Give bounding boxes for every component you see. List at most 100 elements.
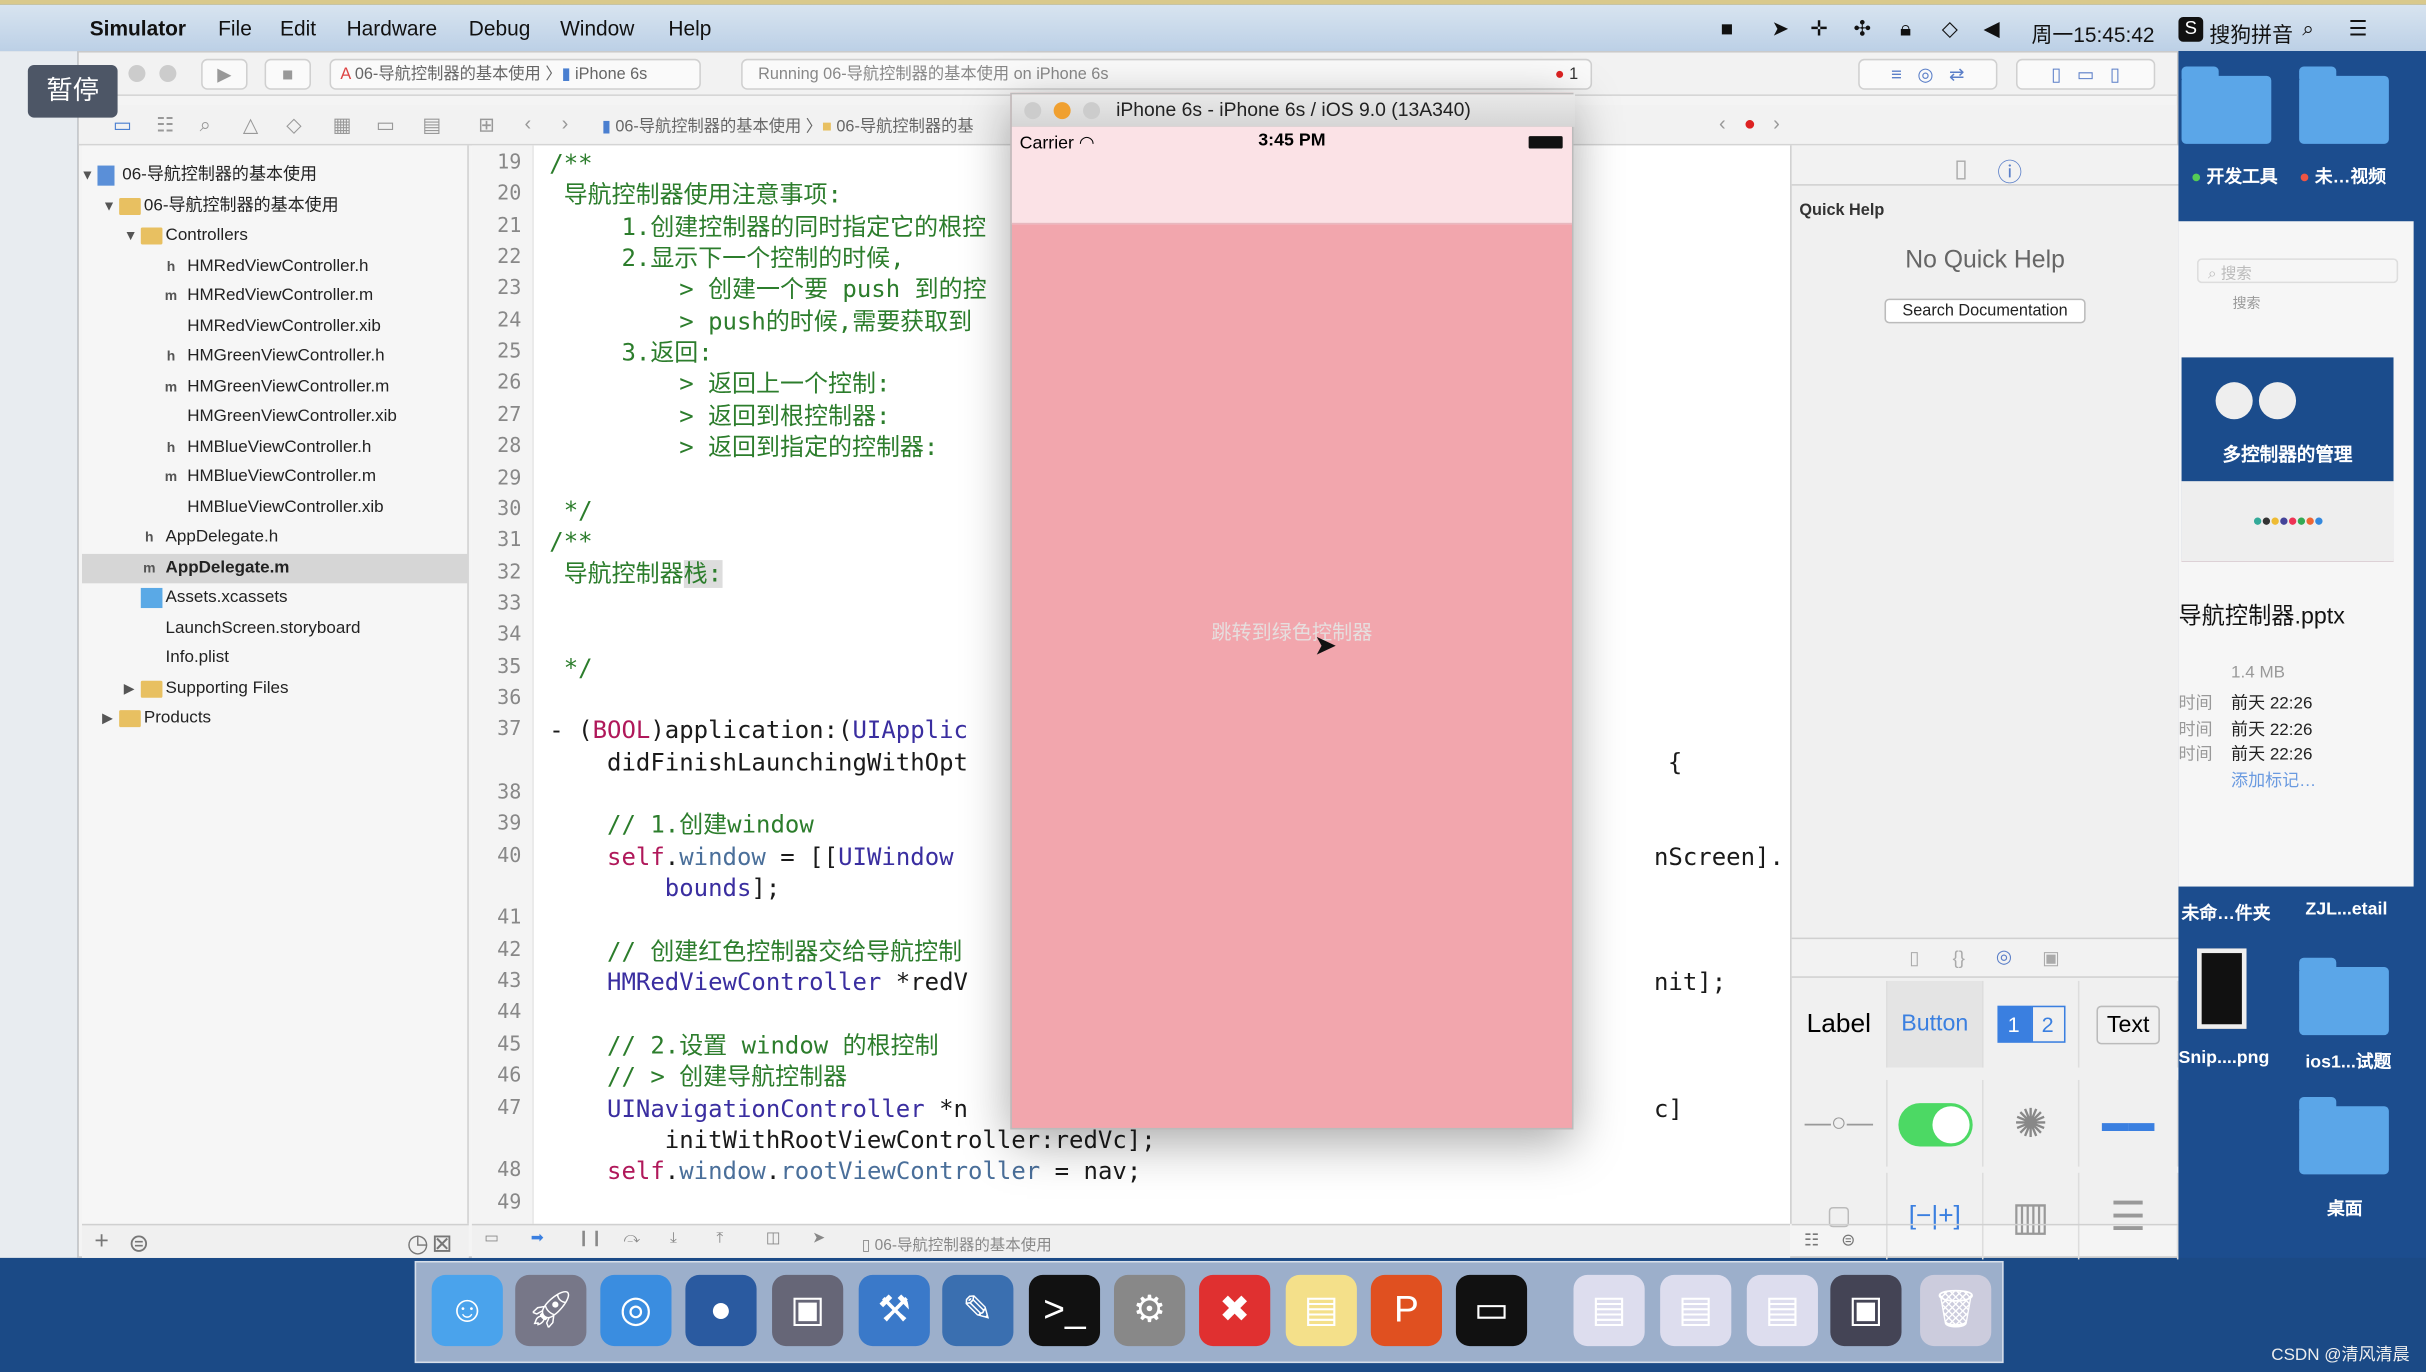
finder-icon[interactable]: ☺ (431, 1274, 503, 1347)
breakpoint-navigator-icon[interactable]: ▭ (376, 113, 395, 138)
grid-view-icon[interactable]: ☷ (1804, 1230, 1819, 1251)
recent-files-icon[interactable]: ◷ (407, 1228, 429, 1259)
library-text-field[interactable]: Text (2079, 980, 2179, 1068)
navigator-item[interactable]: ▼ Controllers (82, 221, 469, 250)
navigator-item[interactable]: ▶ Supporting Files (82, 674, 469, 703)
step-out-icon[interactable]: ⤒ (716, 1230, 723, 1247)
activity-monitor-icon[interactable]: ▭ (1455, 1274, 1528, 1347)
volume-icon[interactable]: ◀ (1984, 17, 2000, 42)
library-slider[interactable]: —○— (1792, 1079, 1888, 1167)
menu-app[interactable]: Simulator (90, 17, 186, 40)
screen-record-icon[interactable]: ■ (1720, 17, 1733, 40)
desktop-label[interactable]: ● 未…视频 (2299, 164, 2386, 189)
safari-icon[interactable]: ◎ (600, 1274, 672, 1347)
spotlight-icon[interactable]: ⌕ (2302, 17, 2314, 42)
minimize-button[interactable] (159, 64, 177, 83)
folder-icon[interactable] (2299, 1096, 2389, 1175)
library-activity-indicator[interactable]: ✺ (1984, 1079, 2080, 1167)
notification-center-icon[interactable]: ☰ (2349, 17, 2368, 42)
filter-icon[interactable]: ⊜ (1841, 1230, 1855, 1251)
quick-help-icon[interactable]: ⓘ (1997, 152, 2022, 189)
simulator-close-button[interactable] (1024, 102, 1042, 120)
error-badge[interactable]: ● 1 (1555, 60, 1578, 88)
menu-window[interactable]: Window (560, 17, 634, 40)
library-label[interactable]: Label (1792, 980, 1888, 1068)
menu-help[interactable]: Help (668, 17, 711, 40)
navigator-item[interactable]: ▼ 06-导航控制器的基本使用 (82, 191, 469, 220)
file-template-icon[interactable]: ▯ (1909, 947, 1919, 969)
navigator-item[interactable]: h HMGreenViewController.h (82, 342, 469, 371)
disclosure-triangle-icon[interactable]: ▶ (124, 674, 135, 703)
navigator-item[interactable]: HMRedViewController.xib (82, 312, 469, 341)
navigator-item[interactable]: m AppDelegate.m (82, 553, 469, 583)
bluetooth-icon[interactable]: ✣ (1854, 17, 1872, 42)
navigator-item[interactable]: h AppDelegate.h (82, 523, 469, 552)
folder-icon[interactable] (2299, 66, 2389, 144)
disclosure-triangle-icon[interactable]: ▼ (124, 221, 138, 250)
lock-icon[interactable]: 🔒︎ (1900, 17, 1911, 42)
system-preferences-icon[interactable]: ⚙ (1113, 1274, 1186, 1347)
step-into-icon[interactable]: ⤓ (670, 1230, 677, 1247)
slide-thumbnail[interactable]: 多控制器的管理 ●●●●●●●● (2181, 357, 2394, 562)
step-over-icon[interactable]: ⤼ (624, 1230, 641, 1247)
search-field[interactable]: ⌕ 搜索 (2197, 258, 2399, 284)
stop-button[interactable]: ■ (264, 58, 311, 90)
documents-1-icon[interactable]: ▤ (1573, 1274, 1645, 1347)
pause-icon[interactable]: ❙❙ (577, 1230, 603, 1247)
next-issue-icon[interactable]: › (1773, 111, 1780, 134)
desktop-label[interactable]: Snip....png (2178, 1049, 2269, 1068)
library-button[interactable]: Button (1887, 980, 1984, 1068)
navigator-item[interactable]: ▶ Products (82, 704, 469, 733)
instruments-icon[interactable]: ✎ (942, 1274, 1014, 1347)
png-file-icon[interactable] (2197, 948, 2247, 1029)
disclosure-triangle-icon[interactable]: ▼ (80, 161, 94, 190)
scheme-selector[interactable]: A 06-导航控制器的基本使用 〉▮ iPhone 6s (329, 58, 701, 90)
object-library-icon[interactable]: ◎ (1996, 945, 2012, 967)
add-icon[interactable]: + (94, 1228, 108, 1256)
navigator-item[interactable]: HMGreenViewController.xib (82, 402, 469, 431)
navigator-item[interactable]: h HMRedViewController.h (82, 251, 469, 280)
pause-overlay-label[interactable]: 暂停 (27, 64, 118, 118)
navigator-item[interactable]: LaunchScreen.storyboard (82, 613, 469, 642)
menu-debug[interactable]: Debug (469, 17, 531, 40)
simulate-location-icon[interactable]: ➤ (812, 1230, 825, 1247)
terminal-icon[interactable]: >_ (1028, 1274, 1101, 1347)
issue-navigator-icon[interactable]: △ (243, 113, 258, 138)
navigator-item[interactable]: Info.plist (82, 644, 469, 673)
desktop-label[interactable]: ● 开发工具 (2191, 164, 2278, 189)
xcode-icon[interactable]: ⚒ (858, 1274, 930, 1347)
add-tag-link[interactable]: 添加标记… (2231, 767, 2316, 792)
library-switch[interactable] (1888, 1079, 1984, 1167)
folder-icon[interactable] (2181, 66, 2272, 144)
sogou-icon[interactable]: S (2178, 17, 2204, 42)
navigator-item[interactable]: Assets.xcassets (82, 583, 469, 612)
editor-mode-group[interactable]: ≡ ◎ ⇄ (1858, 58, 1998, 90)
simulator-title-bar[interactable]: iPhone 6s - iPhone 6s / iOS 9.0 (13A340) (1011, 94, 1576, 127)
location-icon[interactable]: ➤ (1772, 17, 1790, 42)
find-navigator-icon[interactable]: ⌕ (200, 113, 211, 138)
file-inspector-icon[interactable]: ▯ (1954, 153, 1968, 184)
issue-indicator-icon[interactable]: ● (1744, 111, 1756, 134)
report-navigator-icon[interactable]: ▤ (422, 113, 441, 138)
navigator-item[interactable]: ▼ 06-导航控制器的基本使用 (80, 161, 469, 190)
wifi-icon[interactable]: ◇ (1942, 17, 1958, 42)
media-library-icon[interactable]: ▣ (2042, 947, 2060, 969)
menu-hardware[interactable]: Hardware (347, 17, 438, 40)
trash-icon[interactable]: 🗑︎ (1920, 1274, 1992, 1347)
network-icon[interactable]: ✛ (1810, 17, 1828, 42)
wps-icon[interactable]: P (1370, 1274, 1442, 1347)
debug-navigator-icon[interactable]: ▦ (333, 113, 352, 138)
disclosure-triangle-icon[interactable]: ▶ (102, 704, 113, 733)
desktop-label[interactable]: ios1...试题 (2305, 1049, 2391, 1074)
screen-capture-icon[interactable]: ▣ (1830, 1274, 1902, 1347)
previous-issue-icon[interactable]: ‹ (1719, 111, 1726, 134)
breakpoints-toggle-icon[interactable]: ➡ (531, 1230, 544, 1247)
library-progress-view[interactable]: ▬▬ (2079, 1079, 2179, 1167)
desktop-label[interactable]: ZJL...etail (2305, 900, 2387, 919)
simulator-minimize-button[interactable] (1053, 102, 1071, 120)
documents-2-icon[interactable]: ▤ (1660, 1274, 1732, 1347)
project-navigator-icon[interactable]: ▭ (113, 113, 132, 138)
mouse-icon[interactable]: ● (685, 1274, 757, 1347)
scm-filter-icon[interactable]: ⊠ (432, 1228, 453, 1259)
disclosure-triangle-icon[interactable]: ▼ (102, 191, 116, 220)
